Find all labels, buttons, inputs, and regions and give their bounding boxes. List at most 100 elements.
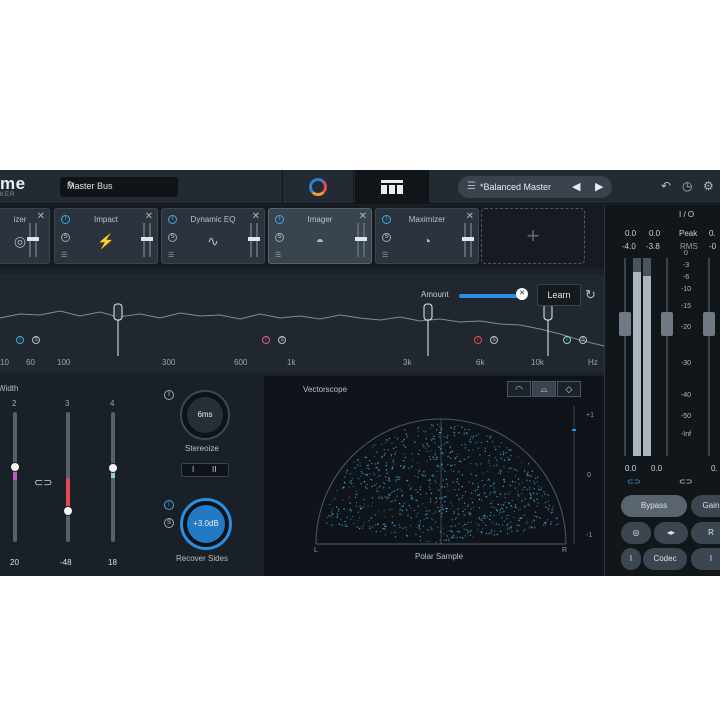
band-number: 2 xyxy=(12,399,17,408)
band-power-icon[interactable]: I xyxy=(262,336,270,344)
swap-channels-icon[interactable]: ◂▸ xyxy=(654,522,688,544)
meter-scale: -50 xyxy=(680,413,692,420)
freq-label: 600 xyxy=(234,358,248,367)
stereo-width-panel: Width 2 20 ⊂⊃ 3 -48 4 18 I 6ms Stereoize… xyxy=(0,376,262,576)
output-far-value: 0. xyxy=(711,464,718,473)
add-module-slot[interactable]: + xyxy=(481,208,585,264)
band-power-icon[interactable]: I xyxy=(563,336,571,344)
band-solo-icon[interactable]: S xyxy=(579,336,587,344)
width-slider-band-4[interactable] xyxy=(108,412,118,542)
module-slot-dynamic-eq[interactable]: Dynamic EQ ✕ I S ☰ ∿ xyxy=(161,208,265,264)
recover-sides-solo-icon[interactable]: S xyxy=(164,518,174,528)
close-module-icon[interactable]: ✕ xyxy=(359,211,367,222)
link-input-icon[interactable]: ⊂⊃ xyxy=(627,477,640,486)
stereoize-power-icon[interactable]: I xyxy=(164,390,174,400)
power-icon[interactable]: I xyxy=(168,215,177,224)
band-power-icon[interactable]: I xyxy=(16,336,24,344)
module-fader[interactable] xyxy=(33,223,39,257)
module-slot-impact[interactable]: Impact ✕ I S ☰ ⚡ xyxy=(54,208,158,264)
band-width-value: -48 xyxy=(60,558,72,567)
stereoize-mode-toggle[interactable]: I II xyxy=(181,463,229,477)
close-module-icon[interactable]: ✕ xyxy=(252,211,260,222)
list-icon[interactable]: ☰ xyxy=(382,251,388,259)
history-icon[interactable]: ◷ xyxy=(682,179,692,193)
scope-mode-label: Polar Sample xyxy=(415,552,464,561)
module-fader[interactable] xyxy=(141,223,147,257)
preset-selector[interactable]: ☰ *Balanced Master ◀ ▶ xyxy=(458,176,612,198)
r-label: R xyxy=(708,528,714,537)
width-slider-thumb[interactable] xyxy=(108,463,118,473)
recover-sides-knob[interactable]: +3.0dB xyxy=(180,498,232,550)
module-glyph-icon: ∿ xyxy=(207,233,219,249)
close-module-icon[interactable]: ✕ xyxy=(466,211,474,222)
refresh-icon[interactable]: ↻ xyxy=(585,287,596,303)
width-slider-band-3[interactable] xyxy=(63,412,73,542)
recover-sides-power-icon[interactable]: I xyxy=(164,500,174,510)
next-preset-icon[interactable]: ▶ xyxy=(595,180,603,193)
module-slot-1[interactable]: izer ✕ ◎ xyxy=(0,208,50,264)
module-name: Imager xyxy=(307,215,333,224)
output-right-fader[interactable] xyxy=(703,258,715,456)
settings-gear-icon[interactable]: ⚙ xyxy=(703,179,714,193)
width-slider-thumb[interactable] xyxy=(63,506,73,516)
freq-label: 10k xyxy=(531,358,544,367)
previous-preset-icon[interactable]: ◀ xyxy=(572,180,580,193)
bus-name-field[interactable]: Master Bus ✎ xyxy=(60,177,178,197)
width-slider-thumb[interactable] xyxy=(10,462,20,472)
link-icon[interactable]: ⊂⊃ xyxy=(34,476,52,489)
power-icon[interactable]: I xyxy=(61,215,70,224)
module-fader[interactable] xyxy=(468,223,474,257)
list-icon[interactable]: ☰ xyxy=(168,251,174,259)
codec-power-icon[interactable]: I xyxy=(621,548,641,570)
module-view-button[interactable] xyxy=(355,170,429,204)
module-fader[interactable] xyxy=(254,223,260,257)
learn-button[interactable]: Learn xyxy=(537,284,581,306)
power-icon[interactable]: I xyxy=(275,215,284,224)
mode-i[interactable]: I xyxy=(192,465,194,474)
output-peak-value: 0. xyxy=(709,229,716,238)
band-solo-icon[interactable]: S xyxy=(490,336,498,344)
band-power-icon[interactable]: I xyxy=(474,336,482,344)
codec-button[interactable]: Codec xyxy=(643,548,687,570)
gain-match-button[interactable]: Gain xyxy=(691,495,720,517)
band-solo-icon[interactable]: S xyxy=(32,336,40,344)
list-icon[interactable]: ☰ xyxy=(61,251,67,259)
module-fader[interactable] xyxy=(462,223,468,257)
module-fader[interactable] xyxy=(361,223,367,257)
module-fader[interactable] xyxy=(27,223,33,257)
meter-scale: -6 xyxy=(682,274,690,281)
close-module-icon[interactable]: ✕ xyxy=(37,211,45,222)
band-solo-icon[interactable]: S xyxy=(278,336,286,344)
reference-button[interactable]: R xyxy=(691,522,720,544)
input-gain-fader[interactable] xyxy=(619,258,631,456)
module-fader[interactable] xyxy=(147,223,153,257)
mono-icon[interactable]: ◎ xyxy=(621,522,651,544)
undo-icon[interactable]: ↶ xyxy=(661,179,671,193)
freq-label: Hz xyxy=(588,358,598,367)
amount-slider-thumb[interactable]: ✕ xyxy=(516,288,528,300)
recover-sides-label: Recover Sides xyxy=(176,554,229,563)
link-output-icon[interactable]: ⊂⊃ xyxy=(679,477,692,486)
dither-power-icon[interactable]: I xyxy=(691,548,720,570)
module-fader[interactable] xyxy=(248,223,254,257)
stereoize-knob[interactable]: 6ms xyxy=(180,390,230,440)
freq-label: 300 xyxy=(162,358,176,367)
module-slot-maximizer[interactable]: Maximizer ✕ I S ☰ ◔ xyxy=(375,208,479,264)
output-gain-fader[interactable] xyxy=(661,258,673,456)
scope-scale-label: +1 xyxy=(586,412,594,419)
mode-ii[interactable]: II xyxy=(212,465,216,474)
module-slot-imager[interactable]: Imager ✕ I S ☰ ◓ xyxy=(268,208,372,264)
close-module-icon[interactable]: ✕ xyxy=(145,211,153,222)
pencil-icon[interactable]: ✎ xyxy=(67,180,172,191)
bypass-button[interactable]: Bypass xyxy=(621,495,687,517)
output-bottom-value: 0.0 xyxy=(651,464,663,473)
list-icon[interactable]: ☰ xyxy=(275,251,281,259)
width-slider-band-2[interactable] xyxy=(10,412,20,542)
assistant-button[interactable] xyxy=(282,170,354,204)
module-glyph-icon: ◔ xyxy=(422,233,432,249)
left-rms-value: -4.0 xyxy=(622,242,636,251)
module-fader[interactable] xyxy=(355,223,361,257)
power-icon[interactable]: I xyxy=(382,215,391,224)
band-number: 4 xyxy=(110,399,115,408)
preset-name: *Balanced Master xyxy=(480,182,552,192)
